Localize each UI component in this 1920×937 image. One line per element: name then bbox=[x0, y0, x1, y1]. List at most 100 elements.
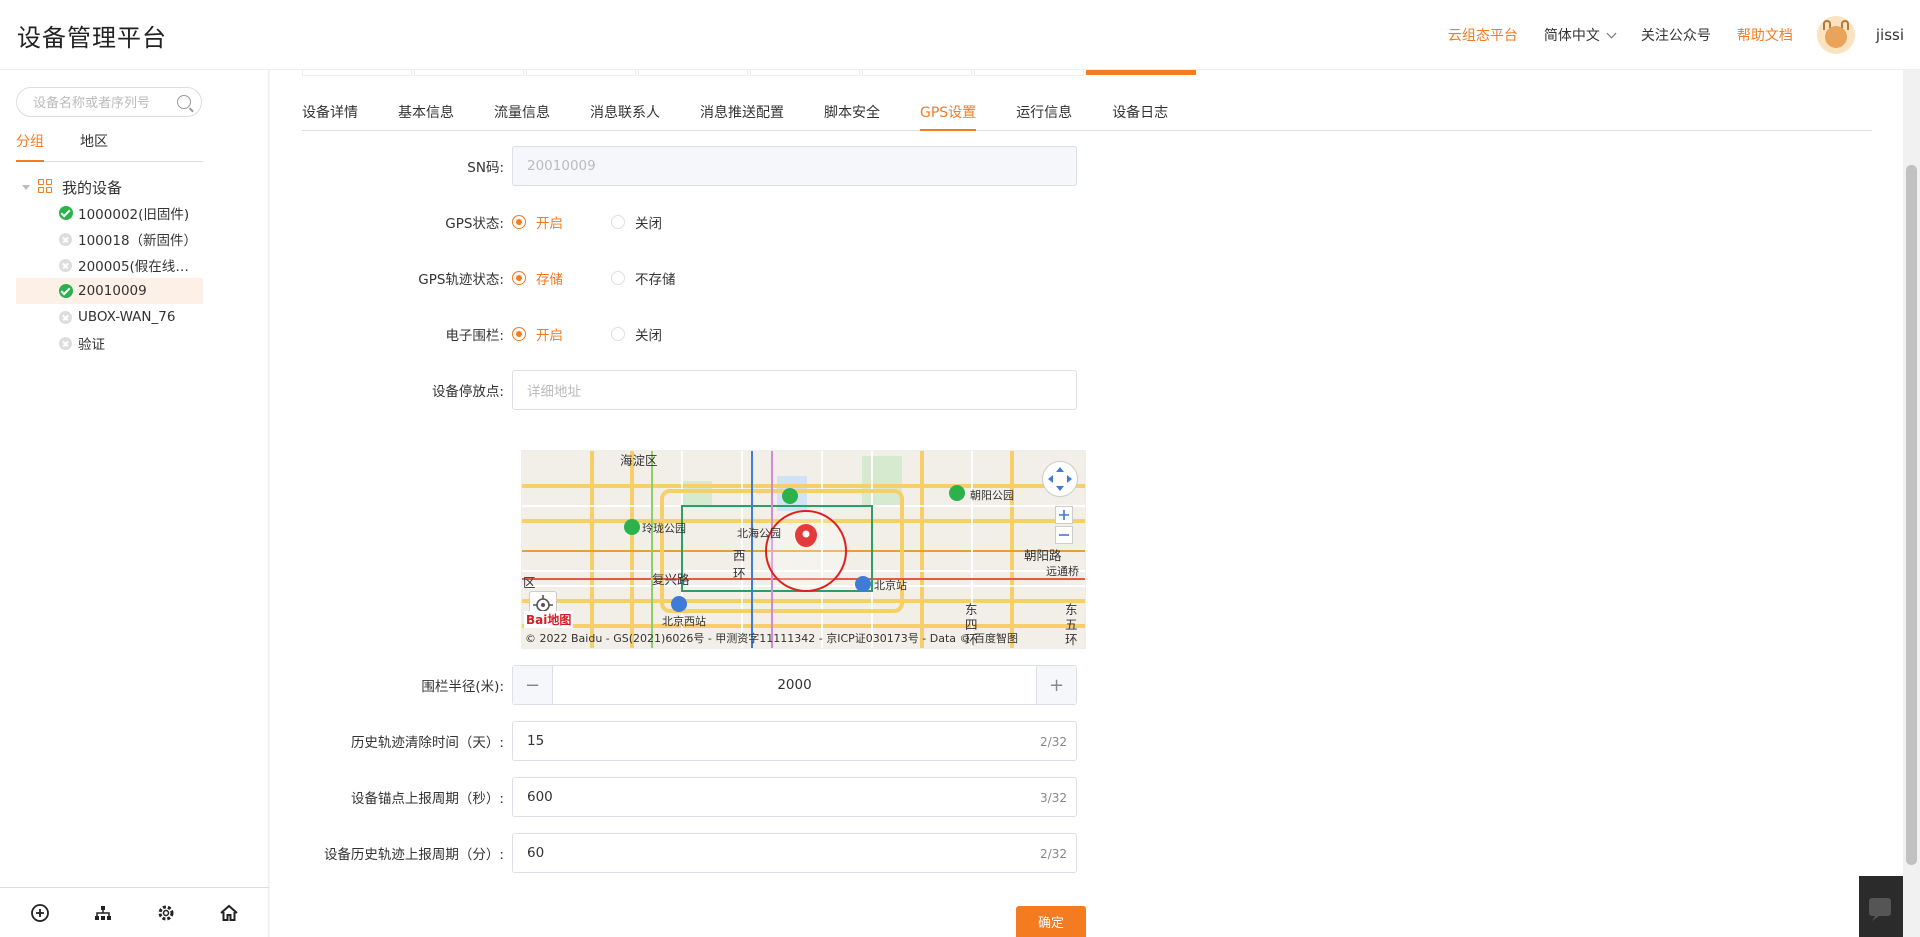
chevron-down-icon bbox=[1606, 28, 1617, 38]
map-label: 朝阳路 bbox=[1024, 548, 1062, 563]
parking-placeholder: 详细地址 bbox=[527, 384, 581, 400]
tab-group[interactable]: 分组 bbox=[16, 132, 44, 162]
track-period-row: 设备历史轨迹上报周期（分）: 60 2/32 bbox=[302, 833, 1092, 873]
caret-down-icon[interactable] bbox=[22, 184, 30, 190]
radius-input[interactable]: 2000 bbox=[553, 677, 1036, 693]
home-icon[interactable] bbox=[219, 903, 239, 923]
gps-track-store-radio[interactable]: 存储 bbox=[512, 268, 563, 288]
search-icon[interactable] bbox=[177, 95, 191, 109]
radio-checked-icon bbox=[512, 271, 526, 285]
baidu-map-logo: Bai地图 bbox=[524, 611, 574, 628]
plus-icon bbox=[1059, 510, 1069, 520]
tab-device-log[interactable]: 设备日志 bbox=[1112, 100, 1168, 131]
gps-track-row: GPS轨迹状态: 存储 不存储 bbox=[302, 267, 1092, 289]
baidu-map[interactable]: 海淀区 玲珑公园 北海公园 朝阳公园 复兴路 西 环 北京站 朝阳路 远通桥 北… bbox=[521, 450, 1086, 649]
fence-on-radio[interactable]: 开启 bbox=[512, 324, 563, 344]
device-search-input[interactable] bbox=[17, 88, 167, 116]
avatar[interactable] bbox=[1816, 16, 1855, 54]
char-counter: 2/32 bbox=[1040, 847, 1067, 861]
parking-row: 设备停放点: 详细地址 bbox=[302, 370, 1092, 410]
anchor-period-input[interactable]: 600 3/32 bbox=[512, 777, 1077, 817]
sn-field: 20010009 bbox=[512, 146, 1077, 186]
anchor-period-value: 600 bbox=[527, 789, 553, 805]
cloud-config-link[interactable]: 云组态平台 bbox=[1448, 25, 1518, 45]
scrollbar-thumb[interactable] bbox=[1906, 165, 1917, 865]
radio-unchecked-icon bbox=[611, 215, 625, 229]
parking-label: 设备停放点: bbox=[431, 384, 504, 400]
radius-stepper: − 2000 + bbox=[512, 665, 1077, 705]
map-zoom-out-button[interactable] bbox=[1055, 526, 1073, 544]
map-copyright: © 2022 Baidu - GS(2021)6026号 - 甲测资字11111… bbox=[525, 632, 1019, 645]
radio-checked-icon bbox=[512, 215, 526, 229]
tab-region[interactable]: 地区 bbox=[80, 132, 108, 162]
map-label: 北海公园 bbox=[737, 527, 781, 540]
gps-track-label: GPS轨迹状态: bbox=[418, 272, 504, 288]
radius-label: 围栏半径(米): bbox=[421, 679, 504, 695]
map-label: 北京西站 bbox=[662, 615, 706, 628]
sn-row: SN码: 20010009 bbox=[302, 146, 1092, 186]
tab-push-config[interactable]: 消息推送配置 bbox=[700, 100, 784, 131]
tab-script-security[interactable]: 脚本安全 bbox=[824, 100, 880, 131]
char-counter: 3/32 bbox=[1040, 791, 1067, 805]
history-clear-value: 15 bbox=[527, 733, 545, 749]
parking-address-input[interactable]: 详细地址 bbox=[512, 370, 1077, 410]
radio-checked-icon bbox=[512, 327, 526, 341]
track-period-value: 60 bbox=[527, 845, 545, 861]
map-label: 海淀区 bbox=[620, 453, 658, 468]
device-name: 200005(假在线测试) bbox=[78, 259, 202, 275]
username[interactable]: jissi bbox=[1876, 26, 1904, 44]
radio-unchecked-icon bbox=[611, 327, 625, 341]
fence-label: 电子围栏: bbox=[445, 328, 504, 344]
confirm-button[interactable]: 确定 bbox=[1016, 906, 1086, 937]
map-label: 环 bbox=[733, 566, 746, 581]
map-label: 复兴路 bbox=[652, 572, 690, 587]
upper-tab-strip bbox=[302, 70, 1198, 76]
gps-status-off-radio[interactable]: 关闭 bbox=[611, 212, 662, 232]
online-check-icon bbox=[59, 206, 73, 220]
char-counter: 2/32 bbox=[1040, 735, 1067, 749]
org-tree-icon[interactable] bbox=[93, 903, 113, 923]
tree-item[interactable]: 100018（新固件） bbox=[16, 226, 203, 252]
increment-button[interactable]: + bbox=[1036, 666, 1076, 704]
map-label: 西 bbox=[733, 548, 746, 563]
history-clear-label: 历史轨迹清除时间（天）: bbox=[350, 735, 504, 751]
map-pan-control[interactable] bbox=[1042, 461, 1078, 497]
tree-item[interactable]: UBOX-WAN_76 bbox=[16, 304, 203, 330]
tab-message-contacts[interactable]: 消息联系人 bbox=[590, 100, 660, 131]
gps-track-nostore-radio[interactable]: 不存储 bbox=[611, 268, 676, 288]
radio-unchecked-icon bbox=[611, 271, 625, 285]
sidebar: 分组 地区 我的设备 1000002(旧固件) 100018（新固件） 2000… bbox=[0, 70, 269, 937]
tab-basic-info[interactable]: 基本信息 bbox=[398, 100, 454, 131]
language-select[interactable]: 简体中文 bbox=[1543, 25, 1617, 45]
track-period-input[interactable]: 60 2/32 bbox=[512, 833, 1077, 873]
tab-device-detail[interactable]: 设备详情 bbox=[302, 100, 358, 131]
floating-widget[interactable] bbox=[1859, 876, 1903, 937]
tree-item[interactable]: 验证 bbox=[16, 330, 203, 356]
fence-off-radio[interactable]: 关闭 bbox=[611, 324, 662, 344]
sn-label: SN码: bbox=[467, 160, 504, 176]
tab-gps-settings[interactable]: GPS设置 bbox=[920, 100, 977, 131]
help-docs-link[interactable]: 帮助文档 bbox=[1737, 25, 1793, 45]
language-label: 简体中文 bbox=[1543, 28, 1600, 44]
map-label: 环 bbox=[1065, 632, 1078, 647]
decrement-button[interactable]: − bbox=[513, 666, 553, 704]
tree-item-selected[interactable]: 20010009 bbox=[16, 278, 203, 304]
history-clear-input[interactable]: 15 2/32 bbox=[512, 721, 1077, 761]
gps-status-row: GPS状态: 开启 关闭 bbox=[302, 211, 1092, 233]
gear-icon[interactable] bbox=[156, 903, 176, 923]
gps-status-on-radio[interactable]: 开启 bbox=[512, 212, 563, 232]
follow-wechat-link[interactable]: 关注公众号 bbox=[1641, 25, 1711, 45]
map-zoom-in-button[interactable] bbox=[1055, 506, 1073, 524]
chat-icon bbox=[1869, 898, 1891, 921]
tab-runtime-info[interactable]: 运行信息 bbox=[1016, 100, 1072, 131]
tree-root-label: 我的设备 bbox=[62, 178, 123, 197]
tree-root-my-devices[interactable]: 我的设备 bbox=[16, 174, 203, 200]
device-tree: 我的设备 1000002(旧固件) 100018（新固件） 200005(假在线… bbox=[16, 174, 203, 356]
add-circle-icon[interactable] bbox=[30, 903, 50, 923]
history-clear-row: 历史轨迹清除时间（天）: 15 2/32 bbox=[302, 721, 1092, 761]
tree-item[interactable]: 200005(假在线测试) bbox=[16, 252, 203, 278]
deer-face-icon bbox=[1824, 26, 1847, 48]
tree-item[interactable]: 1000002(旧固件) bbox=[16, 200, 203, 226]
anchor-period-row: 设备锚点上报周期（秒）: 600 3/32 bbox=[302, 777, 1092, 817]
tab-traffic-info[interactable]: 流量信息 bbox=[494, 100, 550, 131]
